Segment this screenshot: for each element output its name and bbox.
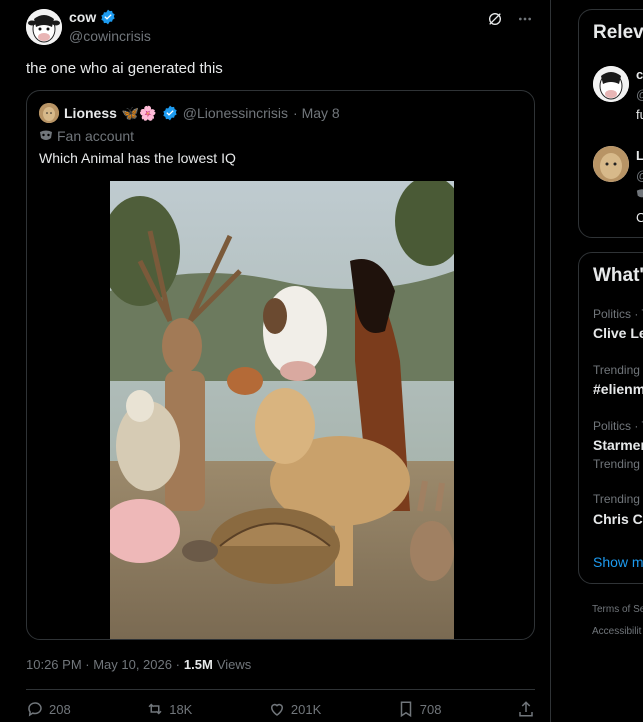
relevant-name-2[interactable]: L [636,148,643,163]
tweet-meta-row: 10:26 PM · May 10, 2026 · 1.5M Views [26,657,251,672]
quoted-author-emoji: 🦋🌸 [121,104,157,121]
relevant-handle-2[interactable]: @ [636,168,643,183]
trend-category-3: Politics · T [593,419,643,433]
views-label: Views [216,657,252,672]
bookmark-icon [400,701,412,718]
quoted-author-handle[interactable]: @Lionessincrisis [183,105,288,121]
show-more-link[interactable]: Show m [593,554,643,570]
main-column: cow @cowincrisis the one who ai generate… [0,0,551,722]
relevant-people-panel: Relev c @ fu L @ C [578,9,643,238]
mask-icon [636,188,643,203]
author-handle[interactable]: @cowincrisis [69,28,151,44]
trend-name-4[interactable]: Chris Cu [593,511,643,527]
like-button[interactable]: 201K [268,700,321,718]
fan-account-label: Fan account [39,128,134,144]
divider [26,689,535,690]
fan-account-text: Fan account [57,128,135,144]
reply-icon [28,702,42,717]
trend-extra-3: Trending [593,457,640,471]
mask-icon [40,130,52,140]
quoted-tweet-image[interactable] [110,181,454,639]
bookmark-count: 708 [419,701,442,717]
tweet-action-bar: 208 18K 201K 708 [26,700,535,718]
trend-name-1[interactable]: Clive Le [593,325,643,341]
repost-button[interactable]: 18K [146,700,192,718]
relevant-handle-1[interactable]: @ [636,87,643,102]
trend-category-1: Politics · T [593,307,643,321]
relevant-people-title: Relev [593,22,643,43]
reply-button[interactable]: 208 [26,700,71,718]
trend-name-2[interactable]: #elienm [593,381,643,397]
more-options-icon[interactable] [516,10,534,28]
grok-icon[interactable] [486,10,504,28]
relevant-avatar-cow[interactable] [593,66,629,102]
like-count: 201K [290,701,322,717]
views-count: 1.5M [183,657,213,672]
whats-happening-title: What' [593,265,643,286]
relevant-bio-2: C [636,210,643,225]
footer-terms-link[interactable]: Terms of Se [592,604,643,615]
author-avatar[interactable] [26,9,62,45]
author-name[interactable]: cow [69,9,96,25]
trend-category-2: Trending [593,363,640,377]
verified-badge-icon [163,105,177,121]
quoted-tweet-card[interactable]: Lioness 🦋🌸 @Lionessincrisis · May 8 Fan … [26,90,535,640]
repost-icon [148,703,162,715]
relevant-bio-1: fu [636,107,643,122]
heart-icon [270,703,283,716]
quoted-author-avatar[interactable] [39,103,59,123]
quoted-date: · May 8 [293,105,340,121]
quoted-author-name[interactable]: Lioness [64,105,117,121]
verified-badge-icon [101,9,115,25]
quoted-tweet-text: Which Animal has the lowest IQ [39,150,236,166]
reply-count: 208 [49,701,71,717]
tweet-timestamp[interactable]: 10:26 PM · May 10, 2026 · [26,657,180,672]
bookmark-button[interactable]: 708 [397,700,442,718]
share-icon [519,701,533,717]
repost-count: 18K [169,701,193,717]
trend-category-4: Trending [593,492,640,506]
share-button[interactable] [517,700,535,718]
footer-accessibility-link[interactable]: Accessibilit [592,626,641,637]
relevant-name-1[interactable]: c [636,67,643,82]
trend-name-3[interactable]: Starmer [593,437,643,453]
tweet-top-actions [486,10,534,28]
whats-happening-panel: What' Politics · T Clive Le Trending #el… [578,252,643,584]
relevant-avatar-lioness[interactable] [593,146,629,182]
tweet-text: the one who ai generated this [26,60,223,77]
quoted-tweet-header: Lioness 🦋🌸 @Lionessincrisis · May 8 [39,103,340,123]
author-name-row[interactable]: cow [69,9,116,25]
